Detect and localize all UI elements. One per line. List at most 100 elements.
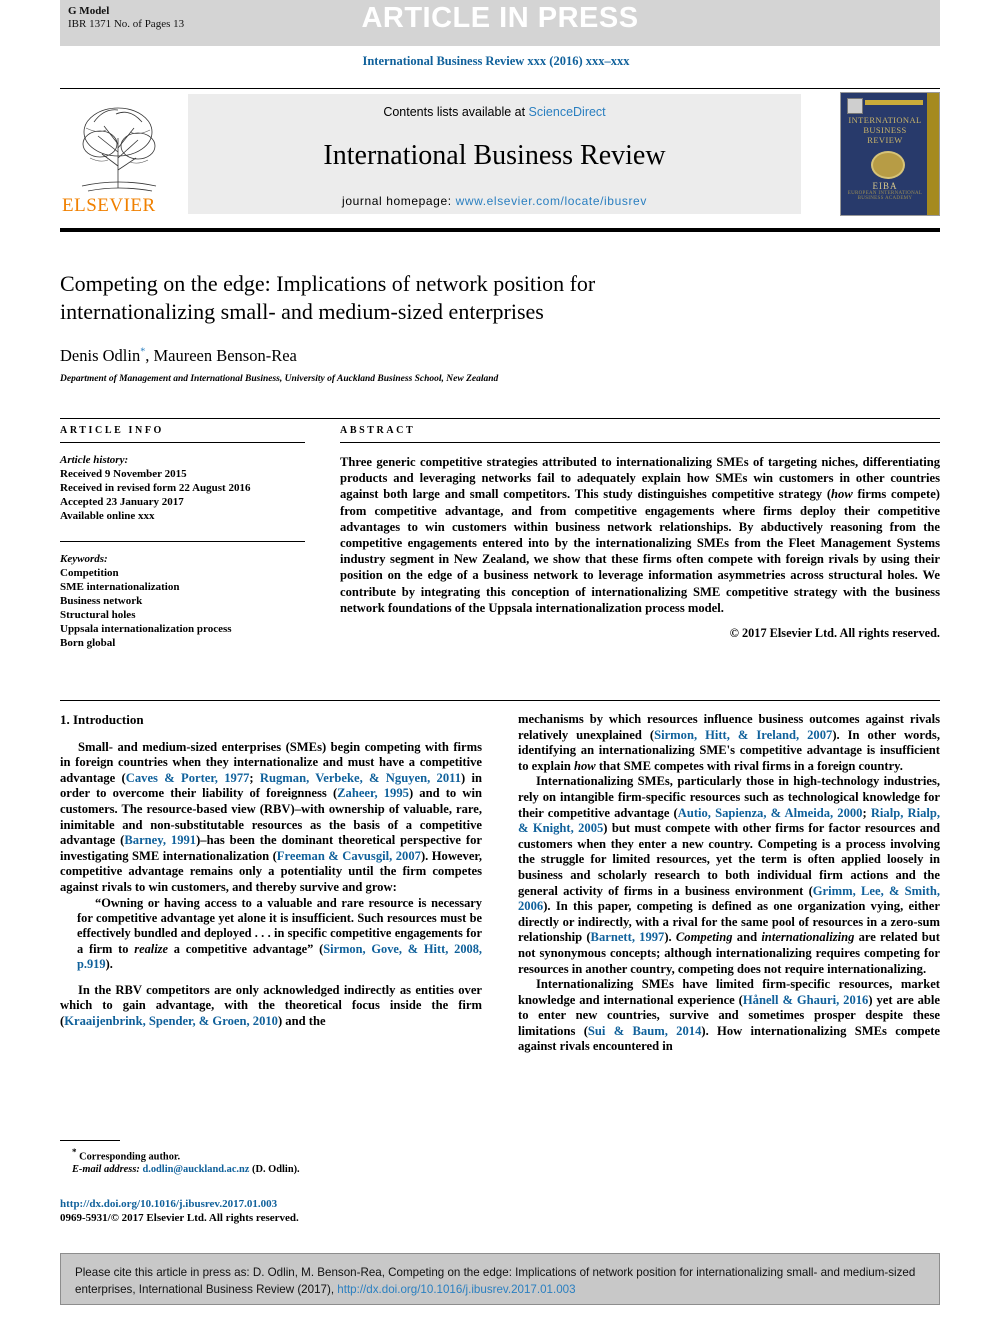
footnote-block: * Corresponding author. E-mail address: … — [60, 1146, 482, 1176]
journal-reference-line: International Business Review xxx (2016)… — [362, 54, 630, 68]
footnote-separator-rule — [60, 1140, 120, 1141]
masthead-center-box: Contents lists available at ScienceDirec… — [188, 94, 801, 214]
citation-doi-link[interactable]: http://dx.doi.org/10.1016/j.ibusrev.2017… — [337, 1283, 575, 1296]
citation-link[interactable]: Sui & Baum, 2014 — [588, 1024, 701, 1038]
masthead-top-rule — [60, 88, 940, 89]
contents-available-line: Contents lists available at ScienceDirec… — [188, 105, 801, 119]
journal-cover-thumbnail: INTERNATIONAL BUSINESS REVIEW EIBA EUROP… — [840, 92, 940, 216]
email-note: E-mail address: d.odlin@auckland.ac.nz (… — [60, 1163, 482, 1176]
cite-this-article-text: Please cite this article in press as: D.… — [61, 1254, 939, 1308]
body-column-left: 1. Introduction Small- and medium-sized … — [60, 712, 482, 1029]
paragraph: Internationalizing SMEs have limited fir… — [518, 977, 940, 1055]
history-item: Received in revised form 22 August 2016 — [60, 482, 251, 494]
abstract-rule — [340, 442, 940, 443]
email-owner-label: (D. Odlin). — [249, 1164, 300, 1176]
text-run: ; — [862, 805, 871, 820]
citation-link[interactable]: Autio, Sapienza, & Almeida, 2000 — [678, 806, 863, 820]
paragraph: mechanisms by which resources influence … — [518, 712, 940, 774]
article-info-rule — [60, 442, 305, 443]
journal-title: International Business Review — [323, 140, 666, 171]
text-run: a competitive advantage” ( — [168, 941, 324, 956]
abstract-copyright: © 2017 Elsevier Ltd. All rights reserved… — [729, 626, 940, 641]
emphasis-competing: Competing — [675, 930, 733, 945]
doi-block: http://dx.doi.org/10.1016/j.ibusrev.2017… — [60, 1197, 490, 1225]
text-run: ). — [664, 930, 676, 945]
cover-society-fullname: EUROPEAN INTERNATIONAL BUSINESS ACADEMY — [847, 191, 923, 201]
cite-this-article-box: Please cite this article in press as: D.… — [60, 1253, 940, 1305]
text-run: and — [732, 930, 762, 945]
emphasis-how: how — [573, 758, 596, 773]
homepage-prefix-label: journal homepage: — [342, 194, 456, 208]
author-affiliation: Department of Management and Internation… — [60, 374, 499, 384]
citation-link[interactable]: Hånell & Ghauri, 2016 — [743, 993, 868, 1007]
citation-link[interactable]: Barnett, 1997 — [591, 930, 665, 944]
paragraph: Internationalizing SMEs, particularly th… — [518, 774, 940, 977]
journal-homepage-line: journal homepage: www.elsevier.com/locat… — [188, 194, 801, 208]
article-history-label: Article history: — [60, 454, 129, 466]
keywords-label: Keywords: — [60, 553, 108, 565]
body-top-rule — [60, 700, 940, 701]
keyword-item: Structural holes — [60, 609, 136, 621]
cover-society-acronym: EIBA — [872, 181, 898, 191]
citation-link[interactable]: Barney, 1991 — [124, 833, 196, 847]
journal-homepage-link[interactable]: www.elsevier.com/locate/ibusrev — [456, 194, 647, 208]
cover-globe-icon — [871, 151, 905, 179]
abstract-emphasis-how: how — [831, 487, 853, 502]
author-email-link[interactable]: d.odlin@auckland.ac.nz — [142, 1164, 249, 1175]
abstract-heading: ABSTRACT — [340, 425, 416, 436]
author-names-rest: , Maureen Benson-Rea — [145, 346, 297, 365]
elsevier-logo: ELSEVIER — [60, 92, 180, 217]
article-in-press-title: ARTICLE IN PRESS — [361, 2, 639, 34]
text-run: that SME competes with rival firms in a … — [595, 758, 903, 773]
keywords-group: Keywords: Competition SME internationali… — [60, 552, 305, 650]
article-page: G Model IBR 1371 No. of Pages 13 ARTICLE… — [0, 0, 992, 1323]
masthead-bottom-rule — [60, 228, 940, 232]
article-in-press-banner: G Model IBR 1371 No. of Pages 13 ARTICLE… — [60, 0, 940, 46]
section-title-introduction: 1. Introduction — [60, 712, 144, 727]
history-item: Received 9 November 2015 — [60, 468, 187, 480]
history-item: Available online xxx — [60, 510, 155, 522]
article-info-heading: ARTICLE INFO — [60, 425, 164, 436]
paragraph: Small- and medium-sized enterprises (SME… — [60, 740, 482, 896]
history-item: Accepted 23 January 2017 — [60, 496, 184, 508]
citation-link[interactable]: Caves & Porter, 1977 — [126, 771, 250, 785]
cover-top-bar — [865, 100, 923, 105]
citation-link[interactable]: Freeman & Cavusgil, 2007 — [277, 849, 421, 863]
keyword-item: Uppsala internationalization process — [60, 623, 232, 635]
keyword-item: Born global — [60, 637, 116, 649]
elsevier-wordmark: ELSEVIER — [62, 195, 156, 216]
author-list: Denis Odlin*, Maureen Benson-Rea — [60, 346, 750, 366]
text-run: ). — [105, 957, 113, 972]
article-doi-link[interactable]: http://dx.doi.org/10.1016/j.ibusrev.2017… — [60, 1197, 490, 1211]
journal-masthead: ELSEVIER Contents lists available at Sci… — [60, 92, 940, 217]
infoabs-top-rule — [60, 418, 940, 419]
abstract-part-2: firms compete) from competitive advantag… — [340, 487, 940, 615]
paragraph: In the RBV competitors are only acknowle… — [60, 983, 482, 1030]
citation-link[interactable]: Sirmon, Hitt, & Ireland, 2007 — [654, 728, 832, 742]
corresponding-author-note: * Corresponding author. — [60, 1146, 482, 1163]
author-names: Denis Odlin — [60, 346, 141, 365]
article-info-column: ARTICLE INFO Article history: Received 9… — [60, 425, 305, 650]
sciencedirect-link[interactable]: ScienceDirect — [529, 105, 606, 119]
emphasis-internationalizing: internationalizing — [761, 930, 855, 945]
asterisk-icon: * — [72, 1147, 77, 1157]
citation-link[interactable]: Zaheer, 1995 — [337, 786, 409, 800]
text-run: ; — [249, 770, 260, 785]
contents-prefix-label: Contents lists available at — [383, 105, 529, 119]
cover-society-label: EIBA EUROPEAN INTERNATIONAL BUSINESS ACA… — [845, 181, 925, 201]
elsevier-tree-icon — [81, 107, 157, 192]
email-address-label: E-mail address: — [72, 1164, 140, 1176]
page-title: Competing on the edge: Implications of n… — [60, 271, 596, 324]
emphasis-realize: realize — [134, 941, 168, 956]
abstract-text: Three generic competitive strategies att… — [340, 454, 940, 616]
cover-journal-title: INTERNATIONAL BUSINESS REVIEW — [848, 115, 922, 145]
keyword-item: Business network — [60, 595, 143, 607]
text-run: ) and the — [277, 1013, 326, 1028]
citation-link[interactable]: Rugman, Verbeke, & Nguyen, 2011 — [260, 771, 461, 785]
article-history-group: Article history: Received 9 November 201… — [60, 453, 305, 523]
keyword-item: SME internationalization — [60, 581, 180, 593]
citation-link[interactable]: Kraaijenbrink, Spender, & Groen, 2010 — [64, 1014, 278, 1028]
body-column-right: mechanisms by which resources influence … — [518, 712, 940, 1055]
abstract-column: ABSTRACT Three generic competitive strat… — [340, 425, 940, 641]
corresponding-author-label: Corresponding author. — [79, 1151, 181, 1163]
